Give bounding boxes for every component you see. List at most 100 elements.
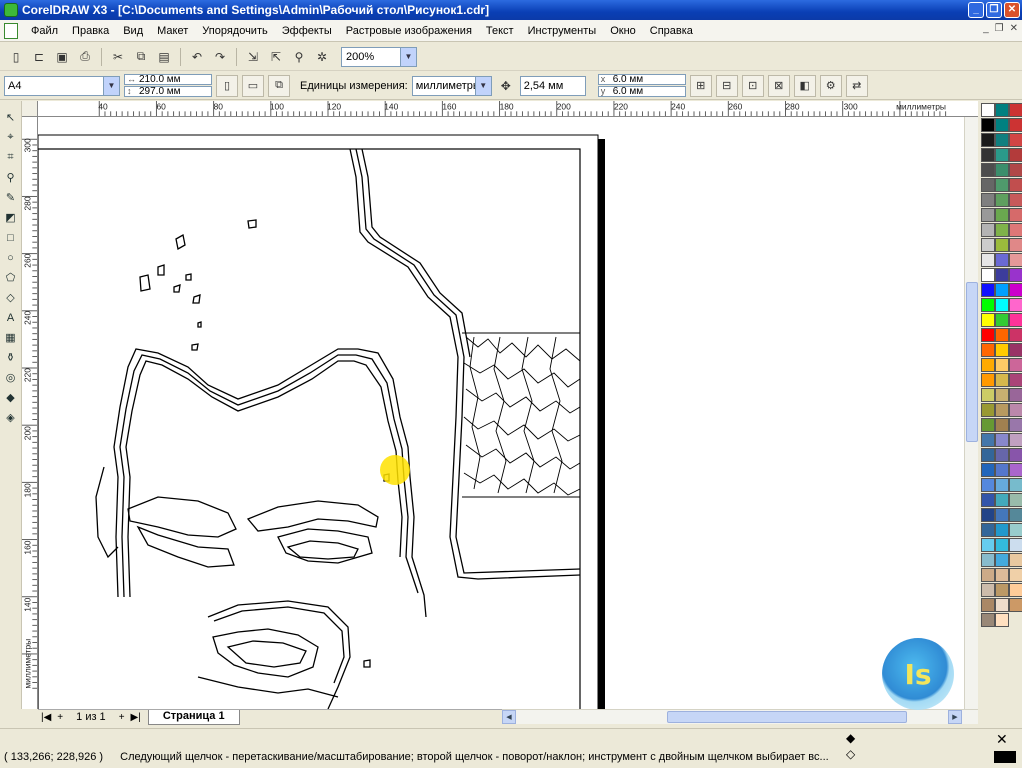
color-swatch[interactable] [1009,253,1022,267]
welcome-screen-icon[interactable]: ✲ [312,47,332,67]
ruler-origin[interactable] [22,101,38,117]
export-icon[interactable]: ⇱ [266,47,286,67]
pick-tool-icon[interactable]: ↖ [2,109,20,126]
coreldraw-app-icon[interactable] [4,3,18,17]
undo-icon[interactable]: ↶ [187,47,207,67]
zoom-level-select[interactable]: 200% ▼ [341,46,417,67]
doc-minimize-button[interactable]: _ [983,23,989,34]
save-icon[interactable]: ▣ [52,47,72,67]
transform-icon[interactable]: ⇄ [845,74,868,97]
no-fill-icon[interactable]: ✕ [996,731,1008,748]
print-icon[interactable]: ⎙ [75,47,95,67]
outline-tool-icon[interactable]: ◎ [2,369,20,386]
color-swatch[interactable] [995,118,1009,132]
color-swatch[interactable] [995,613,1009,627]
color-swatch[interactable] [995,508,1009,522]
application-launcher-icon[interactable]: ⚲ [289,47,309,67]
page-tab[interactable]: Страница 1 [147,709,240,725]
duplicate-x-field[interactable]: x 6.0 мм [597,74,686,85]
color-swatch[interactable] [981,508,995,522]
vertical-scroll-thumb[interactable] [966,282,978,442]
horizontal-scrollbar[interactable]: ◀ ▶ [502,709,978,724]
menu-bitmaps[interactable]: Растровые изображения [339,25,479,37]
open-icon[interactable]: ⊏ [29,47,49,67]
color-swatch[interactable] [995,463,1009,477]
minimize-button[interactable]: _ [968,2,984,18]
color-swatch[interactable] [1009,193,1022,207]
all-pages-icon[interactable]: ⧉ [268,74,290,97]
fill-indicator-icon[interactable]: ◆ [846,731,855,745]
basic-shapes-tool-icon[interactable]: ◇ [2,289,20,306]
color-swatch[interactable] [981,568,995,582]
color-swatch[interactable] [1009,598,1022,612]
text-tool-icon[interactable]: A [2,309,20,326]
color-swatch[interactable] [995,373,1009,387]
nudge-distance-field[interactable]: 2,54 мм [519,75,586,96]
color-swatch[interactable] [995,553,1009,567]
color-swatch[interactable] [981,433,995,447]
color-swatch[interactable] [995,223,1009,237]
color-swatch[interactable] [981,103,995,117]
options-icon[interactable]: ⚙ [819,74,842,97]
color-swatch[interactable] [981,178,995,192]
color-swatch[interactable] [1009,328,1022,342]
close-button[interactable]: ✕ [1004,2,1020,18]
color-swatch[interactable] [995,328,1009,342]
color-swatch[interactable] [995,103,1009,117]
color-swatch[interactable] [995,253,1009,267]
chevron-down-icon[interactable]: ▼ [103,76,119,95]
paste-icon[interactable]: ▤ [154,47,174,67]
color-swatch[interactable] [995,493,1009,507]
color-swatch[interactable] [981,253,995,267]
color-swatch[interactable] [1009,133,1022,147]
color-swatch[interactable] [1009,448,1022,462]
menu-window[interactable]: Окно [603,25,643,37]
menu-file[interactable]: Файл [24,25,65,37]
color-swatch[interactable] [995,163,1009,177]
doc-close-button[interactable]: ✕ [1010,23,1018,34]
document-icon[interactable] [4,22,18,39]
fill-tool-icon[interactable]: ◆ [2,389,20,406]
scroll-left-arrow-icon[interactable]: ◀ [502,710,516,724]
color-swatch[interactable] [995,538,1009,552]
redo-icon[interactable]: ↷ [210,47,230,67]
color-swatch[interactable] [981,268,995,282]
menu-layout[interactable]: Макет [150,25,195,37]
copy-icon[interactable]: ⧉ [131,47,151,67]
color-swatch[interactable] [995,418,1009,432]
drawing-canvas[interactable] [38,117,964,709]
color-swatch[interactable] [981,553,995,567]
color-swatch[interactable] [981,343,995,357]
color-swatch[interactable] [1009,478,1022,492]
color-swatch[interactable] [1009,523,1022,537]
color-swatch[interactable] [981,118,995,132]
freehand-tool-icon[interactable]: ✎ [2,189,20,206]
color-swatch[interactable] [995,448,1009,462]
color-swatch[interactable] [995,268,1009,282]
color-swatch[interactable] [995,523,1009,537]
color-swatch[interactable] [995,388,1009,402]
import-icon[interactable]: ⇲ [243,47,263,67]
menu-tools[interactable]: Инструменты [521,25,604,37]
color-swatch[interactable] [1009,583,1022,597]
color-swatch[interactable] [995,283,1009,297]
color-swatch[interactable] [995,208,1009,222]
cut-icon[interactable]: ✂ [108,47,128,67]
color-swatch[interactable] [981,328,995,342]
shape-tool-icon[interactable]: ⌖ [2,129,20,146]
color-swatch[interactable] [995,298,1009,312]
drawing-area[interactable] [38,117,964,709]
crop-tool-icon[interactable]: ⌗ [2,149,20,166]
smart-fill-tool-icon[interactable]: ◩ [2,209,20,226]
rectangle-tool-icon[interactable]: □ [2,229,20,246]
color-swatch[interactable] [981,463,995,477]
color-swatch[interactable] [981,223,995,237]
color-swatch[interactable] [981,373,995,387]
page-height-field[interactable]: ↕ 297.0 мм [124,86,212,97]
color-swatch[interactable] [981,298,995,312]
color-swatch[interactable] [1009,538,1022,552]
color-swatch[interactable] [981,388,995,402]
duplicate-y-field[interactable]: y 6.0 мм [597,86,686,97]
color-swatch[interactable] [1009,343,1022,357]
color-swatch[interactable] [1009,358,1022,372]
